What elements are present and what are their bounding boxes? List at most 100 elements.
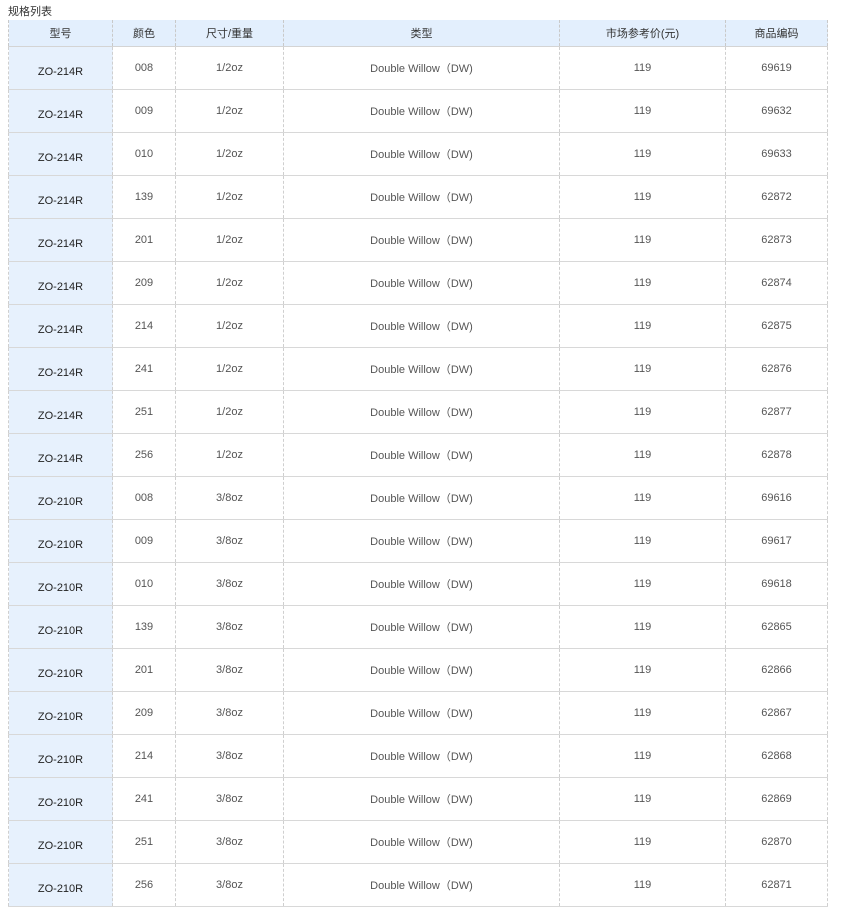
- column-header-code: 商品编码: [725, 20, 828, 47]
- cell-product-code: 69633: [725, 132, 828, 176]
- cell-size: 1/2oz: [175, 89, 284, 133]
- cell-color-text: 251: [134, 406, 154, 418]
- cell-type: Double Willow（DW): [283, 605, 560, 649]
- cell-size: 1/2oz: [175, 261, 284, 305]
- cell-size: 1/2oz: [175, 433, 284, 477]
- cell-size-text: 1/2oz: [216, 105, 243, 117]
- cell-type-text: Double Willow（DW): [370, 794, 473, 806]
- cell-product-code-text: 69632: [761, 105, 792, 117]
- cell-size: 3/8oz: [175, 605, 284, 649]
- cell-type: Double Willow（DW): [283, 132, 560, 176]
- cell-color: 209: [112, 261, 176, 305]
- cell-price-text: 119: [633, 535, 652, 547]
- table-row: ZO-214R 209 1/2oz Double Willow（DW) 119 62874: [8, 261, 828, 305]
- cell-price-text: 119: [633, 836, 652, 848]
- cell-color-text: 256: [134, 449, 154, 461]
- cell-model: ZO-210R: [8, 691, 113, 735]
- cell-type-text: Double Willow（DW): [370, 579, 473, 591]
- cell-product-code: 62865: [725, 605, 828, 649]
- column-header-type: 类型: [283, 20, 560, 47]
- cell-type: Double Willow（DW): [283, 734, 560, 778]
- cell-size-text: 1/2oz: [216, 234, 243, 246]
- cell-model-text: ZO-210R: [37, 711, 84, 723]
- cell-type: Double Willow（DW): [283, 175, 560, 219]
- cell-model: ZO-214R: [8, 390, 113, 434]
- cell-type: Double Willow（DW): [283, 691, 560, 735]
- table-row: ZO-210R 139 3/8oz Double Willow（DW) 119 62865: [8, 605, 828, 649]
- cell-size-text: 3/8oz: [216, 664, 243, 676]
- cell-price: 119: [559, 89, 726, 133]
- cell-model-text: ZO-210R: [37, 625, 84, 637]
- cell-size-text: 3/8oz: [216, 621, 243, 633]
- cell-price: 119: [559, 46, 726, 90]
- column-header-color: 颜色: [112, 20, 176, 47]
- cell-price-text: 119: [633, 707, 652, 719]
- cell-color: 010: [112, 562, 176, 606]
- cell-color-text: 214: [134, 750, 154, 762]
- cell-type: Double Willow（DW): [283, 648, 560, 692]
- table-row: ZO-214R 139 1/2oz Double Willow（DW) 119 62872: [8, 175, 828, 219]
- cell-model-text: ZO-214R: [37, 195, 84, 207]
- cell-model: ZO-210R: [8, 777, 113, 821]
- cell-size: 3/8oz: [175, 777, 284, 821]
- cell-product-code: 62872: [725, 175, 828, 219]
- cell-product-code-text: 62872: [761, 191, 792, 203]
- cell-product-code-text: 69618: [761, 578, 792, 590]
- cell-price: 119: [559, 777, 726, 821]
- cell-product-code: 62871: [725, 863, 828, 907]
- cell-color: 251: [112, 390, 176, 434]
- cell-product-code: 62877: [725, 390, 828, 434]
- table-row: ZO-214R 214 1/2oz Double Willow（DW) 119 62875: [8, 304, 828, 348]
- cell-product-code: 62876: [725, 347, 828, 391]
- table-row: ZO-214R 241 1/2oz Double Willow（DW) 119 62876: [8, 347, 828, 391]
- cell-product-code-text: 62875: [761, 320, 792, 332]
- cell-color: 209: [112, 691, 176, 735]
- cell-product-code: 69632: [725, 89, 828, 133]
- cell-color-text: 209: [134, 707, 154, 719]
- cell-model: ZO-210R: [8, 734, 113, 778]
- cell-price-text: 119: [633, 148, 652, 160]
- cell-model: ZO-214R: [8, 347, 113, 391]
- cell-model-text: ZO-210R: [37, 840, 84, 852]
- cell-model-text: ZO-210R: [37, 754, 84, 766]
- cell-price: 119: [559, 648, 726, 692]
- cell-type-text: Double Willow（DW): [370, 708, 473, 720]
- cell-size: 1/2oz: [175, 46, 284, 90]
- cell-color-text: 009: [134, 535, 154, 547]
- cell-color: 008: [112, 476, 176, 520]
- cell-color: 256: [112, 433, 176, 477]
- cell-type-text: Double Willow（DW): [370, 751, 473, 763]
- cell-size-text: 1/2oz: [216, 277, 243, 289]
- cell-model: ZO-210R: [8, 863, 113, 907]
- cell-size-text: 1/2oz: [216, 62, 243, 74]
- table-row: ZO-214R 009 1/2oz Double Willow（DW) 119 69632: [8, 89, 828, 133]
- cell-model-text: ZO-210R: [37, 797, 84, 809]
- cell-price: 119: [559, 218, 726, 262]
- cell-price-text: 119: [633, 879, 652, 891]
- cell-color-text: 010: [134, 578, 154, 590]
- cell-type: Double Willow（DW): [283, 46, 560, 90]
- table-row: ZO-214R 008 1/2oz Double Willow（DW) 119 69619: [8, 46, 828, 90]
- cell-product-code-text: 62873: [761, 234, 792, 246]
- cell-size-text: 3/8oz: [216, 793, 243, 805]
- cell-model: ZO-214R: [8, 261, 113, 305]
- cell-size: 3/8oz: [175, 562, 284, 606]
- cell-type: Double Willow（DW): [283, 820, 560, 864]
- cell-type: Double Willow（DW): [283, 347, 560, 391]
- cell-color: 201: [112, 218, 176, 262]
- cell-size: 1/2oz: [175, 218, 284, 262]
- cell-size: 1/2oz: [175, 347, 284, 391]
- table-row: ZO-210R 009 3/8oz Double Willow（DW) 119 69617: [8, 519, 828, 563]
- cell-color-text: 201: [134, 664, 154, 676]
- cell-color: 214: [112, 304, 176, 348]
- cell-model: ZO-210R: [8, 519, 113, 563]
- cell-type-text: Double Willow（DW): [370, 880, 473, 892]
- cell-color: 139: [112, 605, 176, 649]
- cell-color-text: 214: [134, 320, 154, 332]
- cell-price: 119: [559, 261, 726, 305]
- cell-size: 3/8oz: [175, 820, 284, 864]
- cell-size: 3/8oz: [175, 863, 284, 907]
- cell-product-code-text: 62867: [761, 707, 792, 719]
- cell-price-text: 119: [633, 578, 652, 590]
- cell-price-text: 119: [633, 664, 652, 676]
